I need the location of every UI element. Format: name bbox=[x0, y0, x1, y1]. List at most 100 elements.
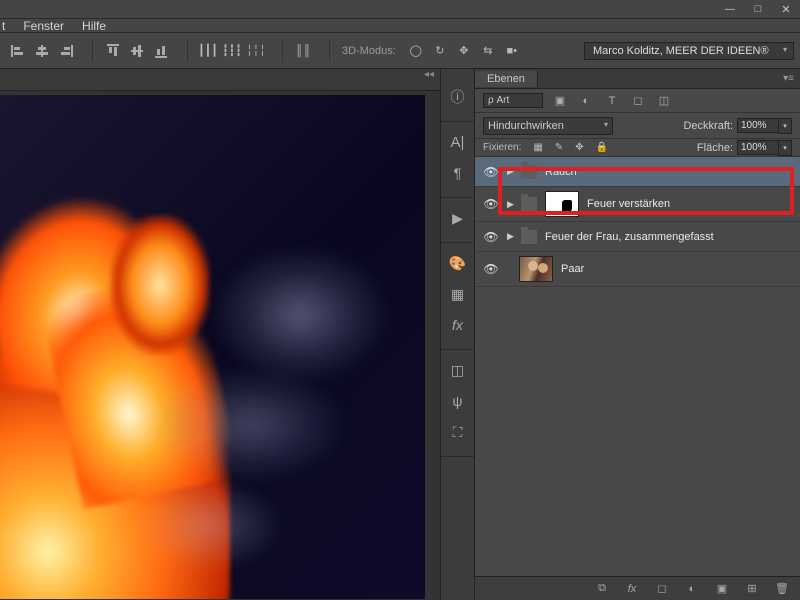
canvas-panel: ◂◂ bbox=[0, 69, 440, 600]
delete-layer-icon[interactable]: 🗑 bbox=[772, 580, 792, 598]
main-area: ◂◂ ⓘ A| ¶ ▶ 🎨 ▦ fx ◫ ψ bbox=[0, 69, 800, 600]
distribute-h1-icon[interactable]: ┃┃┃ bbox=[198, 41, 218, 61]
brush-settings-icon[interactable]: ⛶ bbox=[447, 421, 469, 443]
panel-menu-icon[interactable]: ▾≡ bbox=[783, 73, 794, 84]
layers-list: 👁 ▶ Rauch 👁 ▶ Feuer verstärken 👁 ▶ Feuer… bbox=[475, 157, 800, 576]
mode3d-label: 3D-Modus: bbox=[342, 45, 396, 57]
visibility-eye-icon[interactable]: 👁 bbox=[483, 262, 499, 276]
visibility-eye-icon[interactable]: 👁 bbox=[483, 197, 499, 211]
blend-mode-dropdown[interactable]: Hindurchwirken bbox=[483, 117, 613, 135]
layer-name[interactable]: Rauch bbox=[545, 166, 577, 178]
info-icon[interactable]: ⓘ bbox=[447, 86, 469, 108]
lock-all-icon[interactable]: 🔒 bbox=[596, 142, 608, 153]
layer-folder-icon bbox=[521, 197, 537, 211]
filter-smart-icon[interactable]: ◫ bbox=[655, 92, 673, 110]
orbit-3d-icon[interactable]: ◯ bbox=[406, 41, 426, 61]
layer-name[interactable]: Paar bbox=[561, 263, 584, 275]
filter-adjust-icon[interactable]: ◐ bbox=[577, 92, 595, 110]
window-close-button[interactable] bbox=[772, 1, 800, 18]
distribute-v-icon[interactable]: ║║ bbox=[293, 41, 313, 61]
align-top-icon[interactable] bbox=[103, 41, 123, 61]
layer-row-rauch[interactable]: 👁 ▶ Rauch bbox=[475, 157, 800, 187]
opacity-flyout-icon[interactable]: ▾ bbox=[778, 118, 792, 134]
align-left-icon[interactable] bbox=[8, 41, 28, 61]
menu-item-truncated[interactable]: t bbox=[2, 19, 5, 33]
brushes-icon[interactable]: ψ bbox=[447, 390, 469, 412]
lock-label: Fixieren: bbox=[483, 142, 521, 153]
canvas[interactable] bbox=[0, 95, 425, 599]
layer-row-feuer-verstaerken[interactable]: 👁 ▶ Feuer verstärken bbox=[475, 187, 800, 222]
pan-3d-icon[interactable]: ✥ bbox=[454, 41, 474, 61]
options-bar: ┃┃┃ ┇┇┇ ╎╎╎ ║║ 3D-Modus: ◯ ↻ ✥ ⇆ ■• Marc… bbox=[0, 33, 800, 69]
distribute-h2-icon[interactable]: ┇┇┇ bbox=[222, 41, 242, 61]
separator bbox=[282, 40, 283, 62]
fill-flyout-icon[interactable]: ▾ bbox=[778, 140, 792, 156]
document-tab-bar[interactable]: ◂◂ bbox=[0, 69, 440, 91]
filter-type-icon[interactable]: T bbox=[603, 92, 621, 110]
align-center-h-icon[interactable] bbox=[32, 41, 52, 61]
layer-filter-bar: ρ Art ▣ ◐ T ◻ ◫ bbox=[475, 89, 800, 113]
palette-icon[interactable]: 🎨 bbox=[447, 252, 469, 274]
disclosure-icon[interactable]: ▶ bbox=[507, 231, 519, 242]
canvas-artwork bbox=[130, 475, 290, 575]
window-maximize-button[interactable] bbox=[744, 1, 772, 18]
workspace-credit-dropdown[interactable]: Marco Kolditz, MEER DER IDEEN® bbox=[584, 42, 794, 60]
align-middle-icon[interactable] bbox=[127, 41, 147, 61]
lock-paint-icon[interactable]: ✎ bbox=[555, 142, 563, 153]
align-right-icon[interactable] bbox=[56, 41, 76, 61]
blend-mode-row: Hindurchwirken Deckkraft: 100% ▾ bbox=[475, 113, 800, 139]
character-icon[interactable]: A| bbox=[447, 131, 469, 153]
layer-fx-icon[interactable]: fx bbox=[622, 580, 642, 598]
menu-bar: t Fenster Hilfe bbox=[0, 19, 800, 33]
lock-transparent-icon[interactable]: ▦ bbox=[533, 142, 542, 153]
panel-tab-bar: Ebenen ▾≡ bbox=[475, 69, 800, 89]
filter-shape-icon[interactable]: ◻ bbox=[629, 92, 647, 110]
libraries-icon[interactable]: ◫ bbox=[447, 359, 469, 381]
lock-row: Fixieren: ▦ ✎ ✥ 🔒 Fläche: 100% ▾ bbox=[475, 139, 800, 157]
new-adjustment-icon[interactable]: ◐ bbox=[682, 580, 702, 598]
distribute-h3-icon[interactable]: ╎╎╎ bbox=[246, 41, 266, 61]
play-icon[interactable]: ▶ bbox=[447, 207, 469, 229]
separator bbox=[92, 40, 93, 62]
disclosure-icon[interactable]: ▶ bbox=[507, 199, 519, 210]
layer-folder-icon bbox=[521, 165, 537, 179]
new-layer-icon[interactable]: ⊞ bbox=[742, 580, 762, 598]
menu-item-fenster[interactable]: Fenster bbox=[23, 19, 64, 33]
layer-row-feuer-der-frau[interactable]: 👁 ▶ Feuer der Frau, zusammengefasst bbox=[475, 222, 800, 252]
layers-panel: Ebenen ▾≡ ρ Art ▣ ◐ T ◻ ◫ Hindurchwirken… bbox=[475, 69, 800, 600]
swatches-icon[interactable]: ▦ bbox=[447, 283, 469, 305]
lock-position-icon[interactable]: ✥ bbox=[575, 142, 583, 153]
opacity-label: Deckkraft: bbox=[683, 120, 733, 132]
separator bbox=[329, 40, 330, 62]
slide-3d-icon[interactable]: ⇆ bbox=[478, 41, 498, 61]
fill-label: Fläche: bbox=[697, 142, 733, 154]
filter-kind-dropdown[interactable]: ρ Art bbox=[483, 93, 543, 108]
collapsed-panel-dock: ⓘ A| ¶ ▶ 🎨 ▦ fx ◫ ψ ⛶ bbox=[440, 69, 475, 600]
fill-input[interactable]: 100% bbox=[737, 140, 779, 155]
opacity-input[interactable]: 100% bbox=[737, 118, 779, 133]
canvas-artwork bbox=[210, 245, 390, 385]
canvas-artwork bbox=[150, 365, 350, 485]
styles-icon[interactable]: fx bbox=[447, 314, 469, 336]
filter-pixel-icon[interactable]: ▣ bbox=[551, 92, 569, 110]
roll-3d-icon[interactable]: ↻ bbox=[430, 41, 450, 61]
layer-name[interactable]: Feuer der Frau, zusammengefasst bbox=[545, 231, 714, 243]
paragraph-icon[interactable]: ¶ bbox=[447, 162, 469, 184]
zoom-3d-icon[interactable]: ■• bbox=[502, 41, 522, 61]
link-layers-icon[interactable]: ⧉ bbox=[592, 580, 612, 598]
layer-row-paar[interactable]: 👁 Paar bbox=[475, 252, 800, 287]
disclosure-icon[interactable]: ▶ bbox=[507, 166, 519, 177]
align-bottom-icon[interactable] bbox=[151, 41, 171, 61]
menu-item-hilfe[interactable]: Hilfe bbox=[82, 19, 106, 33]
layer-name[interactable]: Feuer verstärken bbox=[587, 198, 670, 210]
visibility-eye-icon[interactable]: 👁 bbox=[483, 165, 499, 179]
collapse-icon[interactable]: ◂◂ bbox=[424, 69, 434, 80]
visibility-eye-icon[interactable]: 👁 bbox=[483, 230, 499, 244]
layer-mask-thumbnail[interactable] bbox=[545, 191, 579, 217]
tab-ebenen[interactable]: Ebenen bbox=[475, 71, 538, 87]
window-minimize-button[interactable] bbox=[716, 1, 744, 18]
separator bbox=[187, 40, 188, 62]
layer-thumbnail[interactable] bbox=[519, 256, 553, 282]
new-group-icon[interactable]: ▣ bbox=[712, 580, 732, 598]
add-mask-icon[interactable]: ◻ bbox=[652, 580, 672, 598]
